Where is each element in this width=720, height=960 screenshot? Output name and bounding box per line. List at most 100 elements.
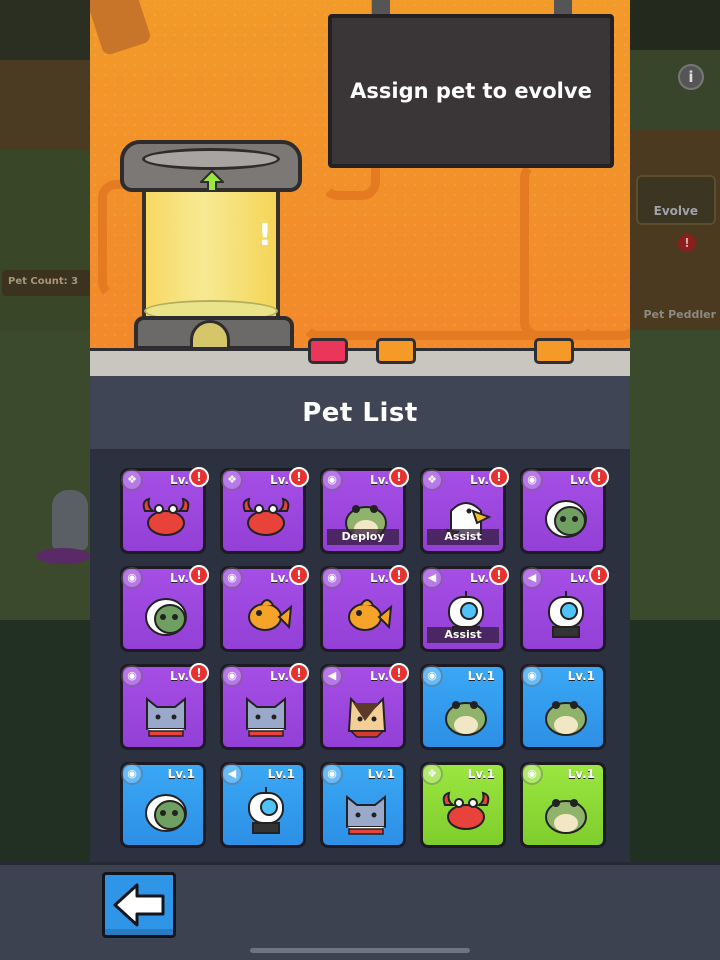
pet-card-cat[interactable]: ◉ Lv.! (120, 663, 209, 750)
pet-status-tag: Assist (427, 529, 499, 545)
pet-type-icon: ◀ (421, 567, 443, 589)
crab-icon (442, 791, 490, 830)
goldfish-icon (348, 599, 393, 631)
alert-badge-icon: ! (389, 467, 409, 487)
pet-card-goldfish[interactable]: ◉ Lv.! (320, 565, 409, 652)
alert-badge-icon: ! (289, 663, 309, 683)
crab-icon (242, 497, 290, 536)
crab-icon (142, 497, 190, 536)
turtle-icon (545, 500, 587, 538)
pet-type-icon: ◉ (521, 763, 543, 785)
background-alert-badge: ! (678, 234, 696, 252)
pet-card-frog[interactable]: ◉ Lv.1 (520, 762, 606, 848)
pet-card-robot[interactable]: ◀ Lv.! Assist (420, 565, 509, 652)
pet-level: Lv.1 (467, 767, 495, 781)
pet-level: Lv.1 (567, 767, 595, 781)
pet-level: Lv. (269, 571, 289, 585)
pet-type-icon: ❖ (421, 763, 443, 785)
alert-badge-icon: ! (289, 467, 309, 487)
evolution-lab: Assign pet to evolve ! (90, 0, 630, 348)
background-pet-count: Pet Count: 3 (2, 270, 92, 296)
pet-level: Lv. (569, 571, 589, 585)
pet-card-crab[interactable]: ❖ Lv.1 (420, 762, 506, 848)
background-robot (52, 490, 88, 550)
alert-badge-icon: ! (189, 663, 209, 683)
cat-icon (146, 696, 186, 737)
pet-type-icon: ❖ (121, 469, 143, 491)
pet-grid: ❖ Lv.! ❖ Lv.! ◉ Lv.! Deploy ❖ Lv.! Assist ◉ Lv.! ◉ Lv… (90, 452, 630, 862)
back-button[interactable] (102, 872, 176, 938)
alert-badge-icon: ! (189, 565, 209, 585)
pet-level: Lv. (469, 571, 489, 585)
evolve-modal: Assign pet to evolve ! Pet List ❖ Lv.! ❖ Lv… (90, 0, 630, 862)
pet-card-turtle[interactable]: ◉ Lv.! (120, 565, 209, 652)
pet-type-icon: ◀ (221, 763, 243, 785)
background-evolve-label: Evolve (653, 204, 698, 218)
alert-badge-icon: ! (589, 565, 609, 585)
pet-card-robot[interactable]: ◀ Lv.1 (220, 762, 306, 848)
pet-type-icon: ◉ (321, 567, 343, 589)
background-purple-pad (36, 548, 90, 564)
pet-type-icon: ◉ (521, 665, 543, 687)
turtle-icon (145, 794, 187, 832)
pet-card-turtle[interactable]: ◉ Lv.1 (120, 762, 206, 848)
pet-type-icon: ◉ (221, 567, 243, 589)
alert-badge-icon: ! (289, 565, 309, 585)
pet-card-frog[interactable]: ◉ Lv.1 (420, 664, 506, 750)
instruction-sign: Assign pet to evolve (328, 14, 614, 168)
pet-list-header: Pet List (90, 376, 630, 452)
frog-icon (445, 701, 487, 736)
red-slot-button[interactable] (308, 338, 348, 364)
pet-card-cat[interactable]: ◉ Lv.! (220, 663, 309, 750)
pet-card-robot[interactable]: ◀ Lv.! (520, 565, 609, 652)
orange-slot-button-2[interactable] (534, 338, 574, 364)
pet-level: Lv. (169, 473, 189, 487)
dog-icon (347, 696, 387, 738)
pet-level: Lv. (369, 571, 389, 585)
orange-slot-button-1[interactable] (376, 338, 416, 364)
pet-level: Lv.1 (567, 669, 595, 683)
pet-card-frog[interactable]: ◉ Lv.1 (520, 664, 606, 750)
robot-icon (548, 591, 584, 638)
goldfish-icon (248, 599, 293, 631)
pet-level: Lv. (469, 473, 489, 487)
robot-icon (248, 787, 284, 834)
alert-badge-icon: ! (589, 467, 609, 487)
pet-card-frog[interactable]: ◉ Lv.! Deploy (320, 467, 409, 554)
cat-icon (246, 696, 286, 737)
pet-card-crab[interactable]: ❖ Lv.! (120, 467, 209, 554)
pet-type-icon: ◉ (121, 665, 143, 687)
pet-level: Lv. (369, 669, 389, 683)
pet-card-goldfish[interactable]: ◉ Lv.! (220, 565, 309, 652)
background-peddler-label: Pet Peddler (643, 308, 716, 321)
back-arrow-icon (113, 883, 165, 927)
home-indicator (250, 948, 470, 953)
pet-type-icon: ◉ (121, 567, 143, 589)
cat-icon (346, 794, 386, 835)
background-left (0, 0, 90, 960)
capsule-exclamation: ! (258, 218, 272, 253)
pet-level: Lv. (569, 473, 589, 487)
pet-card-eagle[interactable]: ❖ Lv.! Assist (420, 467, 509, 554)
pet-card-turtle[interactable]: ◉ Lv.! (520, 467, 609, 554)
pet-type-icon: ❖ (221, 469, 243, 491)
background-right (630, 0, 720, 960)
pet-level: Lv. (269, 669, 289, 683)
pet-type-icon: ◉ (521, 469, 543, 491)
pet-card-cat[interactable]: ◉ Lv.1 (320, 762, 406, 848)
capsule-lid (142, 148, 280, 170)
turtle-icon (145, 598, 187, 636)
pet-type-icon: ◀ (321, 665, 343, 687)
pet-type-icon: ❖ (421, 469, 443, 491)
pet-type-icon: ◉ (121, 763, 143, 785)
pet-level: Lv. (169, 571, 189, 585)
pet-card-crab[interactable]: ❖ Lv.! (220, 467, 309, 554)
pet-status-tag: Assist (427, 627, 499, 643)
pet-type-icon: ◀ (521, 567, 543, 589)
pet-level: Lv.1 (167, 767, 195, 781)
pet-type-icon: ◉ (321, 469, 343, 491)
alert-badge-icon: ! (389, 663, 409, 683)
evolution-capsule-top (120, 140, 302, 192)
pet-card-dog[interactable]: ◀ Lv.! (320, 663, 409, 750)
pipe-mid (300, 250, 600, 340)
